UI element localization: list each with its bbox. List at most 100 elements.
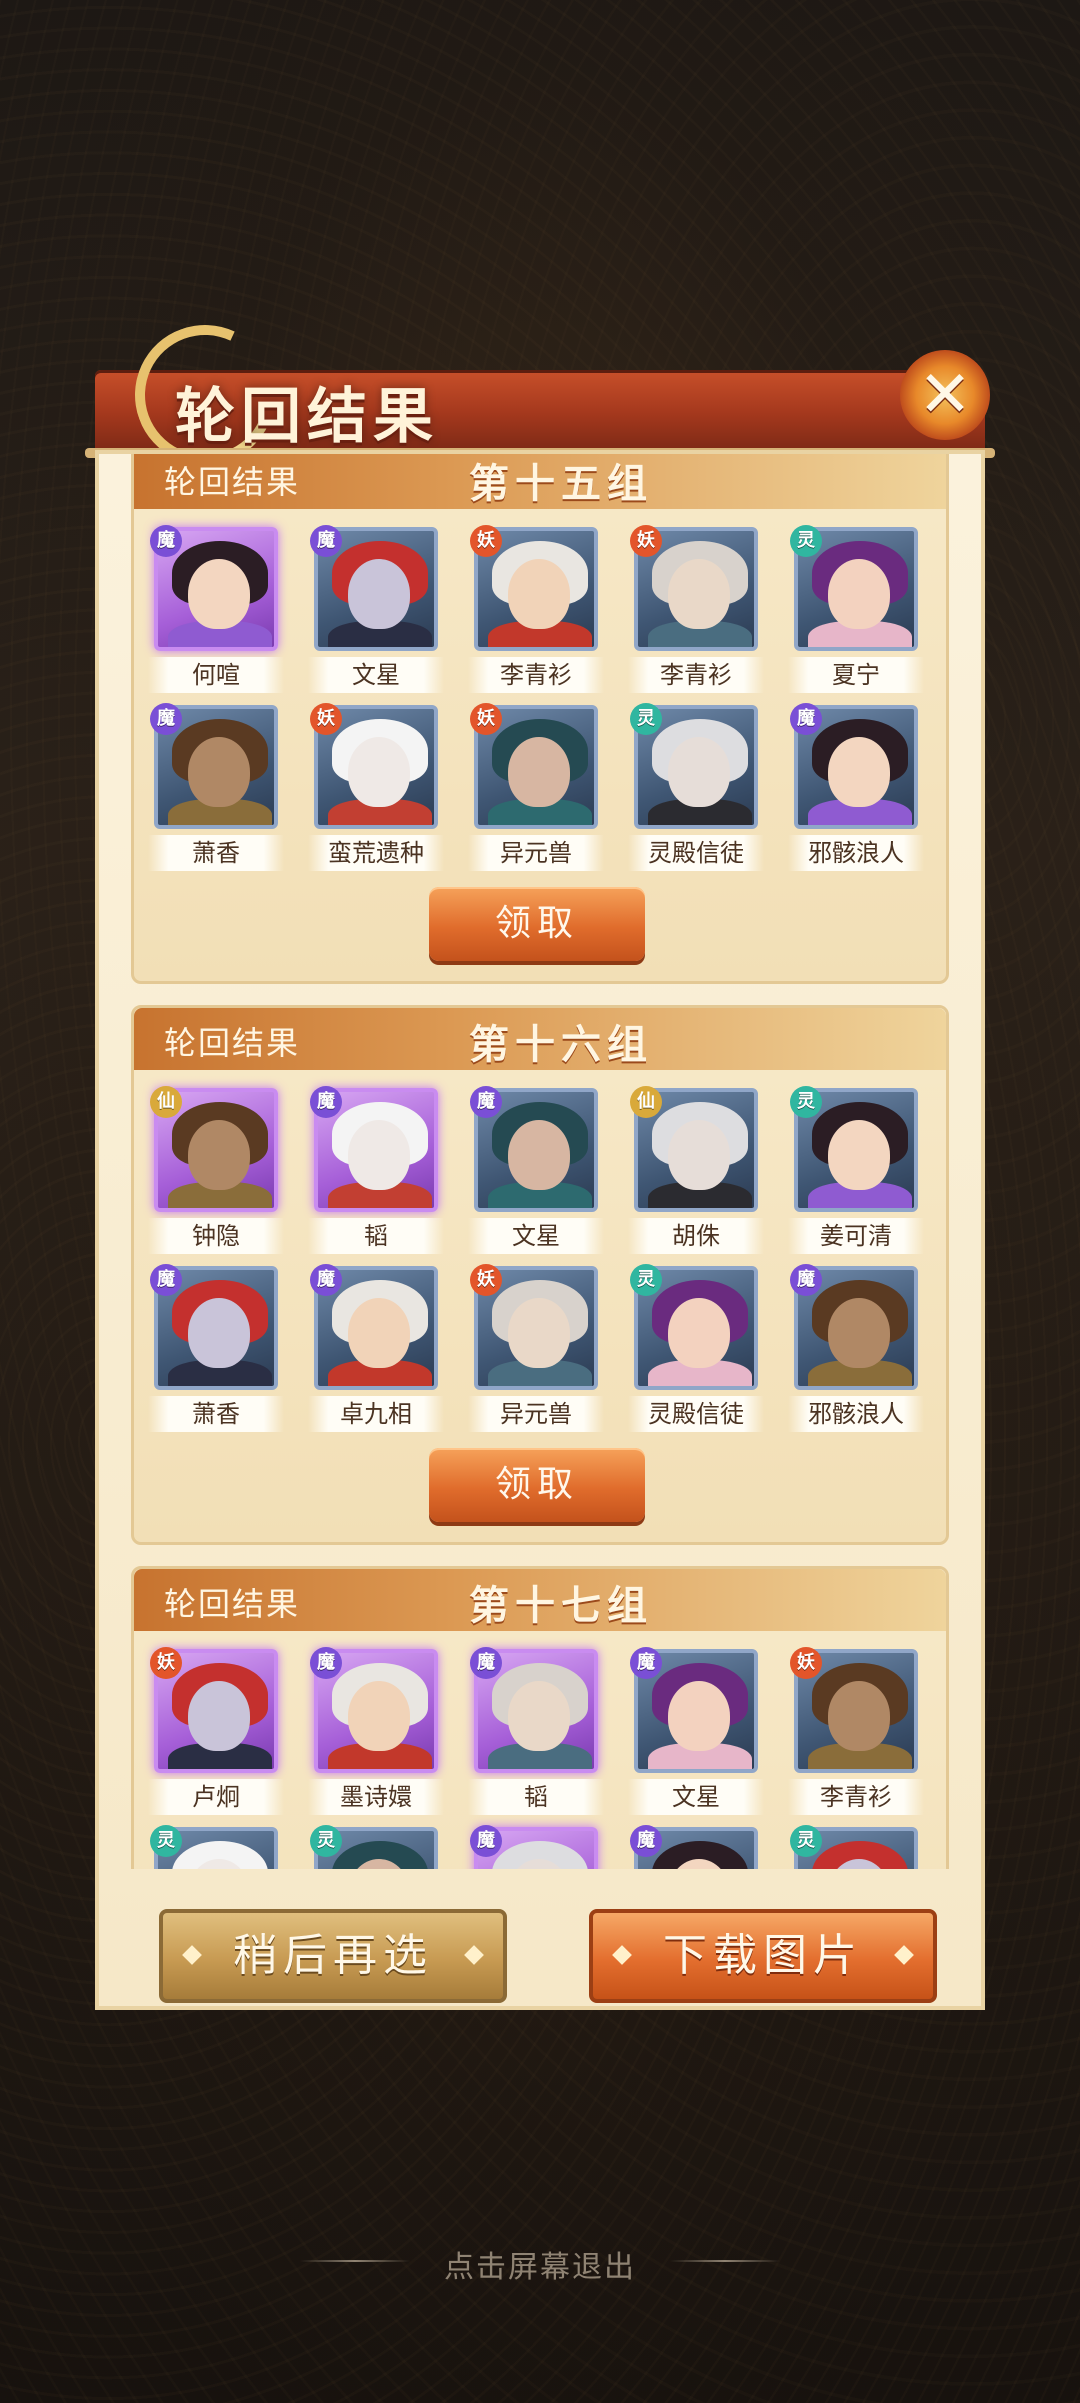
character-card[interactable]: 魔文星 — [628, 1647, 764, 1821]
group-title: 第十六组 — [469, 1021, 653, 1068]
portrait-face — [508, 559, 570, 629]
character-card[interactable]: 魔韬 — [468, 1647, 604, 1821]
character-card[interactable]: 仙钟隐 — [148, 1086, 284, 1260]
group-header: 轮回结果 第十七组 — [134, 1569, 946, 1631]
claim-button[interactable]: 领取 — [429, 887, 645, 961]
character-card[interactable]: 魔邪骸浪人 — [788, 1264, 924, 1438]
portrait-face — [188, 737, 250, 807]
character-card[interactable]: 灵姜可清 — [788, 1086, 924, 1260]
portrait-face — [188, 559, 250, 629]
character-card[interactable]: 灵 — [308, 1825, 444, 1869]
character-name: 文星 — [628, 1779, 764, 1815]
portrait-face — [508, 1120, 570, 1190]
character-card[interactable]: 妖李青衫 — [468, 525, 604, 699]
faction-badge-icon: 灵 — [630, 1264, 662, 1296]
character-card[interactable]: 魔萧香 — [148, 1264, 284, 1438]
portrait-face — [668, 1298, 730, 1368]
character-card[interactable]: 妖异元兽 — [468, 1264, 604, 1438]
portrait-face — [188, 1120, 250, 1190]
character-name: 韬 — [468, 1779, 604, 1815]
character-card[interactable]: 魔墨诗嬛 — [308, 1647, 444, 1821]
faction-badge-icon: 魔 — [150, 1264, 182, 1296]
character-card[interactable]: 灵灵殿信徒 — [628, 703, 764, 877]
claim-button[interactable]: 领取 — [429, 1448, 645, 1522]
faction-badge-icon: 魔 — [310, 1264, 342, 1296]
character-card[interactable]: 魔邪骸浪人 — [788, 703, 924, 877]
character-name: 卓九相 — [308, 1396, 444, 1432]
choose-later-label: 稍后再选 — [233, 1930, 433, 1981]
character-name: 邪骸浪人 — [788, 835, 924, 871]
character-card[interactable]: 魔文星 — [308, 525, 444, 699]
portrait-face — [348, 559, 410, 629]
character-name: 邪骸浪人 — [788, 1396, 924, 1432]
portrait-face — [828, 1681, 890, 1751]
faction-badge-icon: 妖 — [470, 525, 502, 557]
result-group: 轮回结果第十七组妖卢炯魔墨诗嬛魔韬魔文星妖李青衫灵灵魔魔灵领取 — [131, 1566, 949, 1869]
group-header: 轮回结果 第十六组 — [134, 1008, 946, 1070]
faction-badge-icon: 灵 — [150, 1825, 182, 1857]
character-name: 萧香 — [148, 1396, 284, 1432]
character-card[interactable]: 魔韬 — [308, 1086, 444, 1260]
choose-later-button[interactable]: 稍后再选 — [159, 1909, 507, 2003]
result-group: 轮回结果 第十五组魔何喧魔文星妖李青衫妖李青衫灵夏宁魔萧香妖蛮荒遗种妖异元兽灵灵殿… — [131, 454, 949, 984]
faction-badge-icon: 魔 — [150, 703, 182, 735]
faction-badge-icon: 魔 — [310, 1086, 342, 1118]
character-card[interactable]: 妖异元兽 — [468, 703, 604, 877]
character-card[interactable]: 灵 — [788, 1825, 924, 1869]
group-header: 轮回结果 第十五组 — [134, 454, 946, 509]
results-scroll-list[interactable]: 轮回结果 第十五组魔何喧魔文星妖李青衫妖李青衫灵夏宁魔萧香妖蛮荒遗种妖异元兽灵灵殿… — [109, 454, 971, 1869]
faction-badge-icon: 仙 — [630, 1086, 662, 1118]
diamond-ornament-icon — [612, 1945, 632, 1965]
group-label: 轮回结果 — [164, 1585, 301, 1623]
faction-badge-icon: 仙 — [150, 1086, 182, 1118]
group-label: 轮回结果 — [164, 1024, 301, 1062]
portrait-face — [348, 1681, 410, 1751]
character-name: 灵殿信徒 — [628, 1396, 764, 1432]
character-card[interactable]: 魔文星 — [468, 1086, 604, 1260]
character-card[interactable]: 妖蛮荒遗种 — [308, 703, 444, 877]
portrait-face — [828, 737, 890, 807]
character-card[interactable]: 魔 — [468, 1825, 604, 1869]
close-button[interactable]: ✕ — [900, 350, 990, 440]
faction-badge-icon: 魔 — [470, 1086, 502, 1118]
character-name: 李青衫 — [628, 657, 764, 693]
diamond-ornament-icon — [182, 1945, 202, 1965]
character-card[interactable]: 魔 — [628, 1825, 764, 1869]
portrait-face — [668, 559, 730, 629]
character-card[interactable]: 灵 — [148, 1825, 284, 1869]
exit-hint[interactable]: 点击屏幕退出 — [0, 2242, 1080, 2286]
download-image-button[interactable]: 下载图片 — [589, 1909, 937, 2003]
close-x-icon: ✕ — [918, 358, 972, 432]
portrait-face — [188, 1681, 250, 1751]
character-card[interactable]: 妖卢炯 — [148, 1647, 284, 1821]
faction-badge-icon: 魔 — [310, 525, 342, 557]
character-name: 蛮荒遗种 — [308, 835, 444, 871]
dialog-body: 轮回结果 第十五组魔何喧魔文星妖李青衫妖李青衫灵夏宁魔萧香妖蛮荒遗种妖异元兽灵灵殿… — [95, 450, 985, 2010]
faction-badge-icon: 灵 — [310, 1825, 342, 1857]
character-card[interactable]: 妖李青衫 — [788, 1647, 924, 1821]
reincarnation-result-dialog: 轮回结果 ✕ 轮回结果 第十五组魔何喧魔文星妖李青衫妖李青衫灵夏宁魔萧香妖蛮荒遗种… — [85, 305, 995, 2010]
download-image-label: 下载图片 — [663, 1930, 863, 1981]
faction-badge-icon: 魔 — [630, 1647, 662, 1679]
portrait-face — [828, 1120, 890, 1190]
character-name: 李青衫 — [788, 1779, 924, 1815]
character-card[interactable]: 妖李青衫 — [628, 525, 764, 699]
faction-badge-icon: 妖 — [470, 1264, 502, 1296]
dialog-title: 轮回结果 — [175, 382, 439, 452]
character-name: 何喧 — [148, 657, 284, 693]
character-card[interactable]: 魔卓九相 — [308, 1264, 444, 1438]
portrait-face — [668, 737, 730, 807]
faction-badge-icon: 魔 — [790, 703, 822, 735]
character-card[interactable]: 灵夏宁 — [788, 525, 924, 699]
character-card[interactable]: 仙胡侏 — [628, 1086, 764, 1260]
character-name: 灵殿信徒 — [628, 835, 764, 871]
character-card[interactable]: 灵灵殿信徒 — [628, 1264, 764, 1438]
character-name: 墨诗嬛 — [308, 1779, 444, 1815]
character-name: 李青衫 — [468, 657, 604, 693]
group-title: 第十七组 — [469, 1582, 653, 1629]
character-card[interactable]: 魔何喧 — [148, 525, 284, 699]
character-card[interactable]: 魔萧香 — [148, 703, 284, 877]
character-name: 钟隐 — [148, 1218, 284, 1254]
character-name: 文星 — [308, 657, 444, 693]
faction-badge-icon: 灵 — [790, 525, 822, 557]
